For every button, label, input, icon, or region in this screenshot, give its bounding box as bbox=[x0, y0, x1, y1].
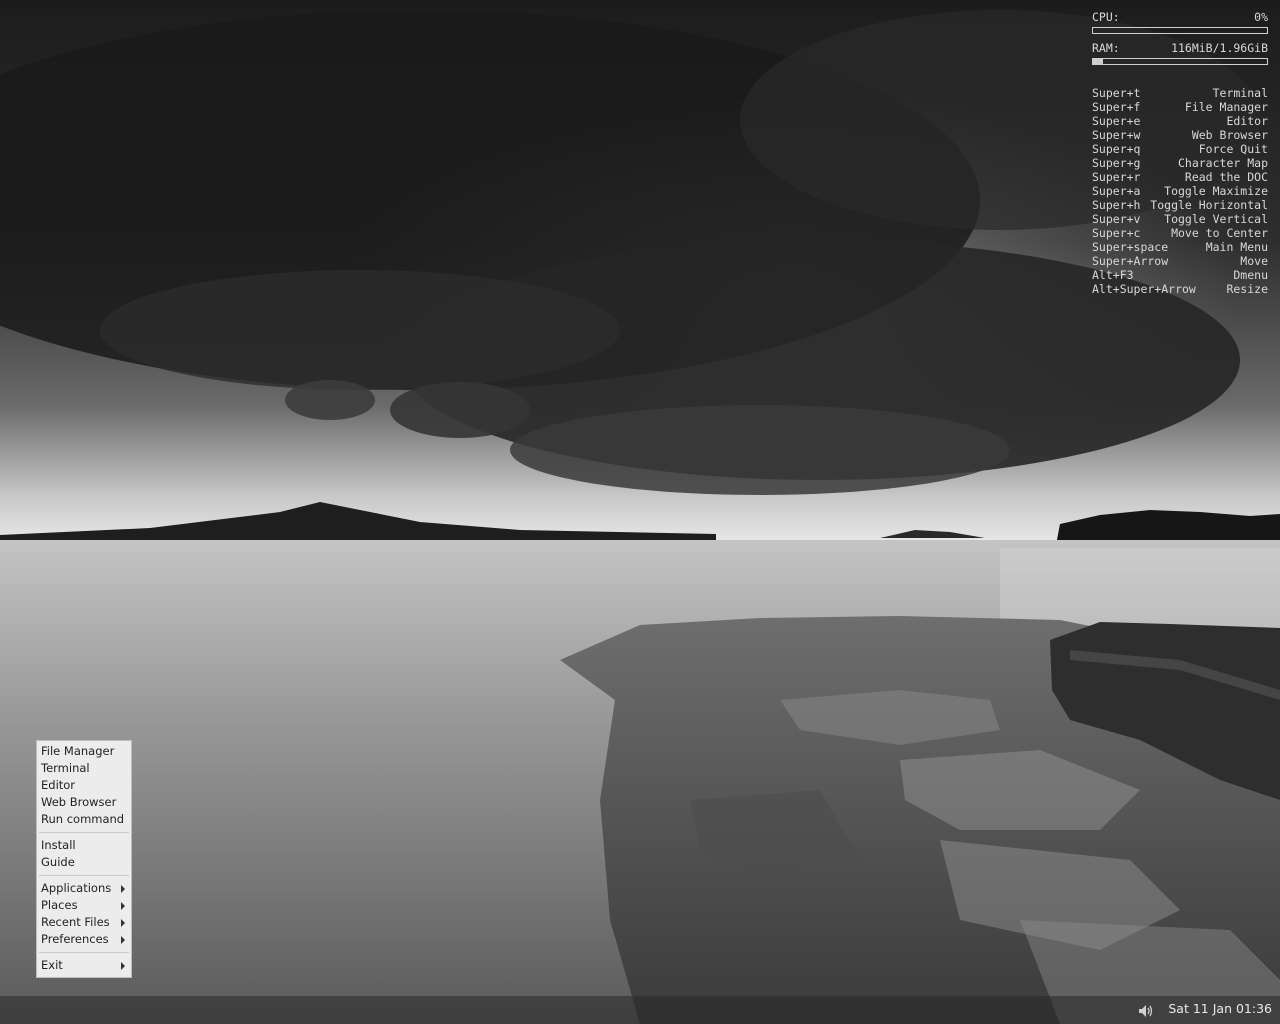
cpu-label: CPU: bbox=[1092, 10, 1120, 24]
menu-item-label: Web Browser bbox=[41, 795, 117, 809]
bottom-panel: Sat 11 Jan 01:36 bbox=[0, 996, 1280, 1024]
cpu-row: CPU: 0% bbox=[1092, 10, 1268, 24]
shortcut-key: Super+c bbox=[1092, 226, 1141, 240]
shortcut-row: Super+h Toggle Horizontal bbox=[1092, 198, 1268, 212]
shortcut-key: Super+h bbox=[1092, 198, 1141, 212]
submenu-arrow-icon bbox=[121, 961, 125, 970]
shortcut-key: Alt+F3 bbox=[1092, 268, 1134, 282]
menu-item-exit[interactable]: Exit bbox=[37, 957, 131, 974]
shortcut-key: Super+g bbox=[1092, 156, 1141, 170]
speaker-icon[interactable] bbox=[1138, 1003, 1154, 1017]
menu-separator bbox=[39, 875, 129, 876]
shortcut-row: Super+t Terminal bbox=[1092, 86, 1268, 100]
ram-row: RAM: 116MiB/1.96GiB bbox=[1092, 41, 1268, 55]
shortcut-key: Super+f bbox=[1092, 100, 1141, 114]
shortcut-row: Super+w Web Browser bbox=[1092, 128, 1268, 142]
shortcut-row: Alt+F3 Dmenu bbox=[1092, 268, 1268, 282]
shortcut-row: Super+g Character Map bbox=[1092, 156, 1268, 170]
menu-item-label: Places bbox=[41, 898, 78, 912]
panel-clock[interactable]: Sat 11 Jan 01:36 bbox=[1168, 1001, 1272, 1016]
shortcut-key: Super+w bbox=[1092, 128, 1141, 142]
submenu-arrow-icon bbox=[121, 901, 125, 910]
ram-bar-fill bbox=[1093, 59, 1104, 64]
shortcut-row: Super+r Read the DOC bbox=[1092, 170, 1268, 184]
shortcut-row: Super+Arrow Move bbox=[1092, 254, 1268, 268]
menu-item-label: Applications bbox=[41, 881, 112, 895]
menu-item-label: File Manager bbox=[41, 744, 115, 758]
menu-item-label: Preferences bbox=[41, 932, 109, 946]
menu-separator bbox=[39, 952, 129, 953]
menu-item-label: Guide bbox=[41, 855, 75, 869]
menu-item-run-command[interactable]: Run command bbox=[37, 811, 131, 828]
shortcut-action: Web Browser bbox=[1191, 128, 1268, 142]
menu-item-label: Run command bbox=[41, 812, 125, 826]
shortcut-action: Main Menu bbox=[1205, 240, 1268, 254]
shortcut-list: Super+t Terminal Super+f File Manager Super+… bbox=[1092, 86, 1268, 296]
cpu-bar bbox=[1092, 27, 1268, 34]
menu-separator bbox=[39, 832, 129, 833]
menu-item-places[interactable]: Places bbox=[37, 897, 131, 914]
ram-value: 116MiB/1.96GiB bbox=[1171, 41, 1268, 55]
shortcut-action: Toggle Vertical bbox=[1164, 212, 1268, 226]
menu-item-guide[interactable]: Guide bbox=[37, 854, 131, 871]
submenu-arrow-icon bbox=[121, 935, 125, 944]
shortcut-row: Super+space Main Menu bbox=[1092, 240, 1268, 254]
shortcut-key: Super+a bbox=[1092, 184, 1141, 198]
shortcut-action: Terminal bbox=[1212, 86, 1268, 100]
menu-item-web-browser[interactable]: Web Browser bbox=[37, 794, 131, 811]
shortcut-action: Toggle Maximize bbox=[1164, 184, 1268, 198]
menu-item-label: Install bbox=[41, 838, 76, 852]
shortcut-action: File Manager bbox=[1184, 100, 1268, 114]
menu-item-label: Terminal bbox=[41, 761, 90, 775]
shortcut-row: Super+e Editor bbox=[1092, 114, 1268, 128]
shortcut-action: Dmenu bbox=[1233, 268, 1268, 282]
menu-item-label: Editor bbox=[41, 778, 76, 792]
shortcut-key: Super+r bbox=[1092, 170, 1141, 184]
shortcut-action: Resize bbox=[1226, 282, 1268, 296]
shortcut-key: Alt+Super+Arrow bbox=[1092, 282, 1196, 296]
desktop-wallpaper bbox=[0, 0, 1280, 1024]
shortcut-action: Read the DOC bbox=[1184, 170, 1268, 184]
menu-item-preferences[interactable]: Preferences bbox=[37, 931, 131, 948]
menu-item-editor[interactable]: Editor bbox=[37, 777, 131, 794]
cpu-value: 0% bbox=[1254, 10, 1268, 24]
ram-label: RAM: bbox=[1092, 41, 1120, 55]
menu-item-label: Recent Files bbox=[41, 915, 110, 929]
shortcut-key: Super+q bbox=[1092, 142, 1141, 156]
shortcut-action: Character Map bbox=[1177, 156, 1268, 170]
menu-item-file-manager[interactable]: File Manager bbox=[37, 743, 131, 760]
ram-bar bbox=[1092, 58, 1268, 65]
shortcut-row: Alt+Super+Arrow Resize bbox=[1092, 282, 1268, 296]
submenu-arrow-icon bbox=[121, 884, 125, 893]
shortcut-action: Toggle Horizontal bbox=[1150, 198, 1268, 212]
menu-item-applications[interactable]: Applications bbox=[37, 880, 131, 897]
shortcut-action: Force Quit bbox=[1198, 142, 1268, 156]
shortcut-key: Super+v bbox=[1092, 212, 1141, 226]
shortcut-row: Super+c Move to Center bbox=[1092, 226, 1268, 240]
shortcut-row: Super+q Force Quit bbox=[1092, 142, 1268, 156]
conky-widget: CPU: 0% RAM: 116MiB/1.96GiB Super+t Termi… bbox=[1092, 10, 1268, 296]
shortcut-row: Super+v Toggle Vertical bbox=[1092, 212, 1268, 226]
shortcut-key: Super+t bbox=[1092, 86, 1141, 100]
root-menu: File Manager Terminal Editor Web Browser… bbox=[36, 740, 132, 978]
menu-item-label: Exit bbox=[41, 958, 63, 972]
menu-item-recent-files[interactable]: Recent Files bbox=[37, 914, 131, 931]
menu-item-install[interactable]: Install bbox=[37, 837, 131, 854]
shortcut-action: Editor bbox=[1226, 114, 1268, 128]
shortcut-action: Move to Center bbox=[1171, 226, 1268, 240]
shortcut-row: Super+f File Manager bbox=[1092, 100, 1268, 114]
shortcut-key: Super+e bbox=[1092, 114, 1141, 128]
shortcut-action: Move bbox=[1240, 254, 1268, 268]
shortcut-key: Super+space bbox=[1092, 240, 1169, 254]
menu-item-terminal[interactable]: Terminal bbox=[37, 760, 131, 777]
shortcut-row: Super+a Toggle Maximize bbox=[1092, 184, 1268, 198]
shortcut-key: Super+Arrow bbox=[1092, 254, 1169, 268]
submenu-arrow-icon bbox=[121, 918, 125, 927]
